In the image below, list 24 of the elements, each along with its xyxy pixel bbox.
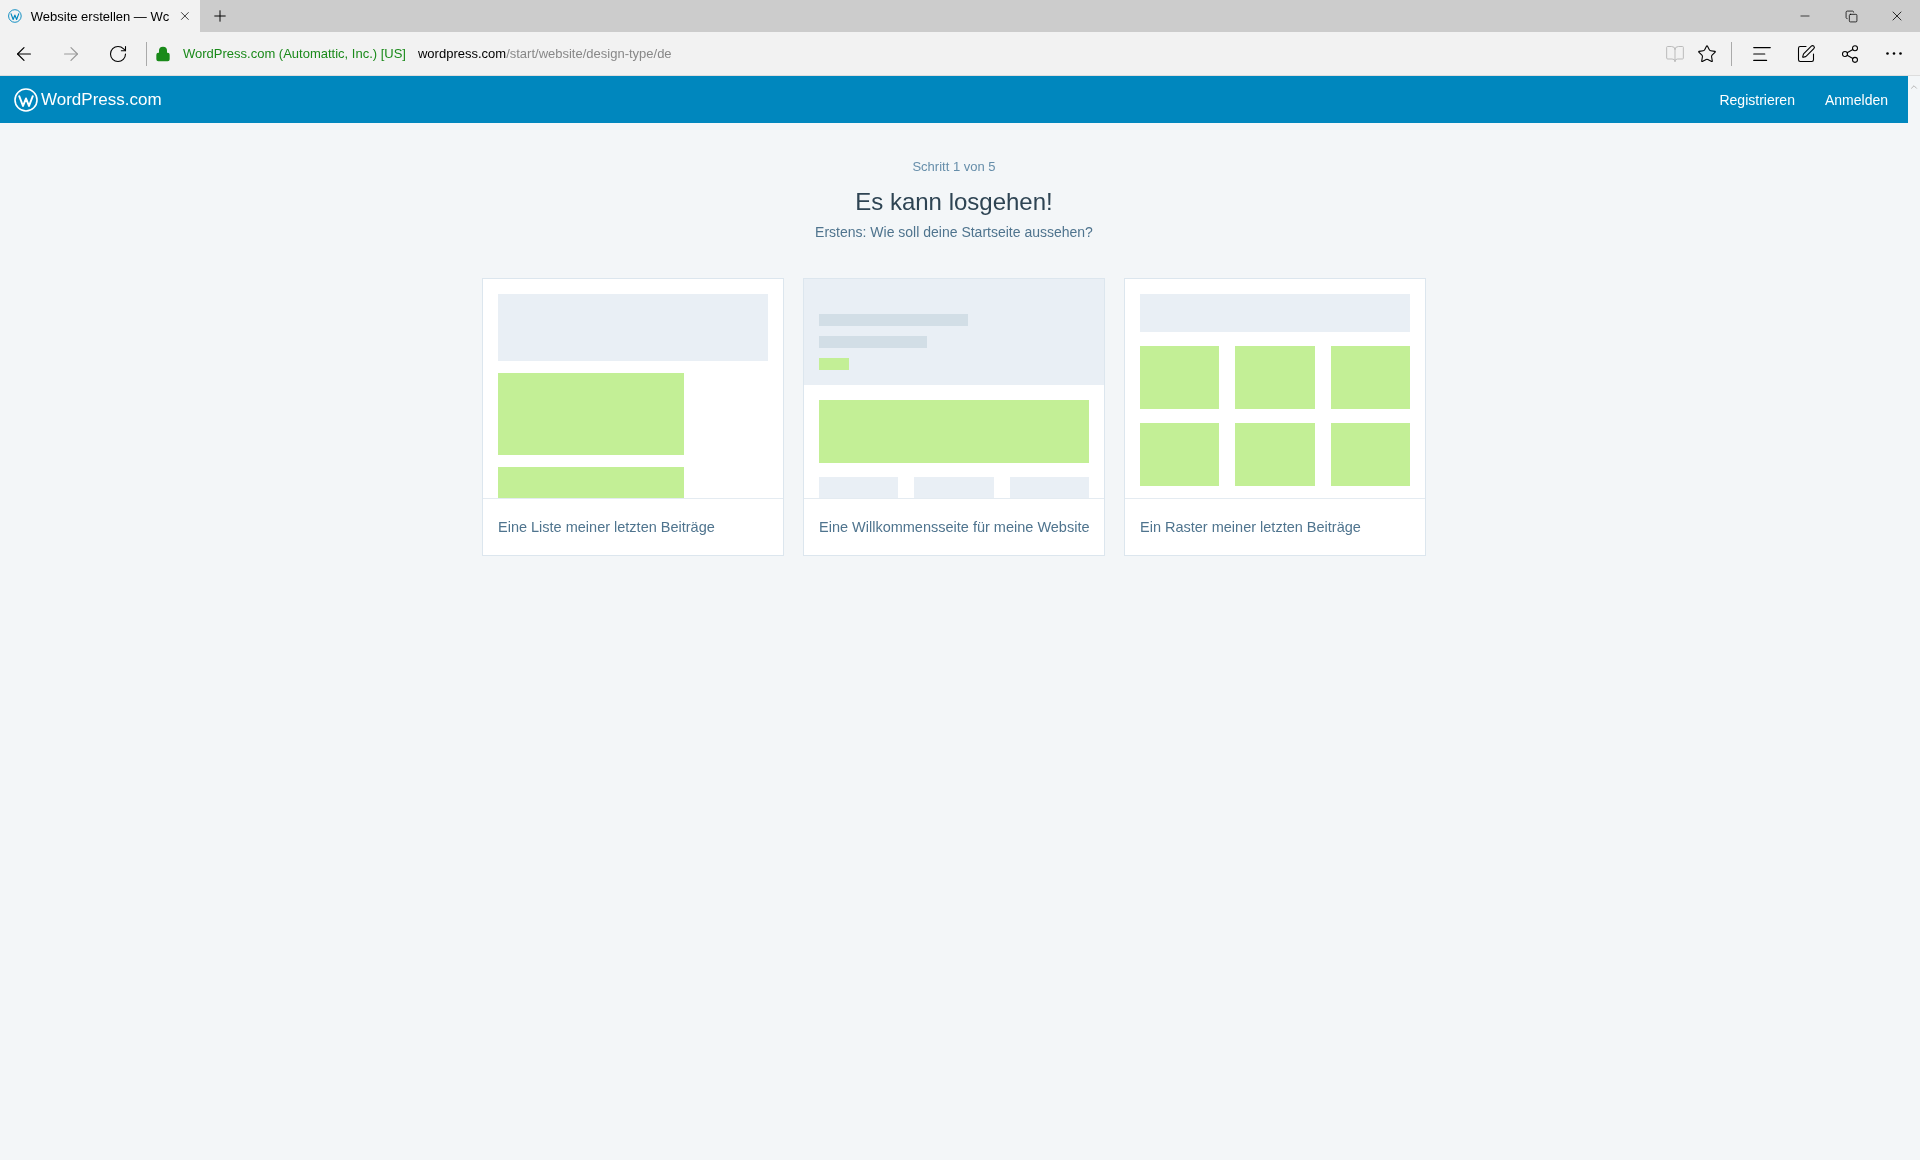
wordpress-logo-icon: [14, 87, 38, 112]
reload-icon: [108, 43, 128, 64]
nav-link[interactable]: Registrieren: [1719, 91, 1795, 108]
share-icon: [1840, 43, 1860, 64]
lock-icon: [155, 45, 171, 62]
design-option-card[interactable]: Ein Raster meiner letzten Beiträge: [1124, 278, 1426, 556]
address-field[interactable]: wordpress.com/start/website/design-type/de: [418, 46, 672, 61]
pen-icon: [1796, 43, 1816, 64]
browser-tab[interactable]: Website erstellen — Wc: [0, 0, 200, 32]
site-logo-text[interactable]: WordPress.com: [41, 89, 162, 110]
tab-title: Website erstellen — Wc: [30, 8, 170, 24]
star-icon: [1697, 43, 1717, 64]
restore-icon: [1844, 9, 1858, 23]
wordpress-logo-icon: [8, 8, 22, 24]
plus-icon: [211, 7, 229, 25]
step-indicator: Schritt 1 von 5: [912, 159, 996, 174]
design-option-card[interactable]: Eine Willkommensseite für meine Website: [803, 278, 1105, 556]
page-heading: Es kann losgehen!: [855, 188, 1053, 216]
design-option-card[interactable]: Eine Liste meiner letzten Beiträge: [482, 278, 784, 556]
nav-link[interactable]: Anmelden: [1824, 91, 1888, 108]
book-icon: [1665, 43, 1685, 64]
site-identity: WordPress.com (Automattic, Inc.) [US]: [183, 46, 406, 61]
page-subtitle: Erstens: Wie soll deine Startseite aussehen?: [815, 224, 1093, 240]
more-icon: [1886, 52, 1902, 55]
